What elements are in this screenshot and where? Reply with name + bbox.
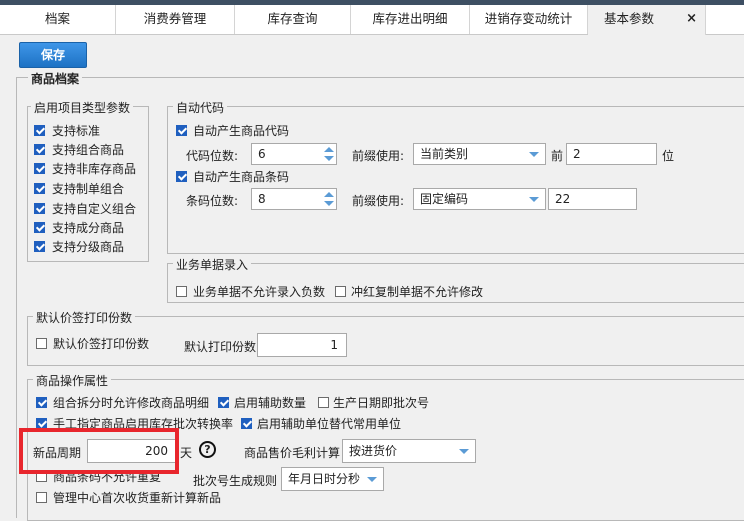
label-default-price-label: 默认价签打印份数: [53, 337, 150, 351]
label-auto-barcode: 自动产生商品条码: [193, 170, 290, 184]
label-prefix-2: 前缀使用:: [352, 194, 405, 208]
prefix-select-1[interactable]: 当前类别: [413, 143, 546, 165]
enable-types-title: 启用项目类型参数: [31, 99, 134, 116]
tab-coupon-management[interactable]: 消费券管理: [116, 5, 235, 34]
operation-title: 商品操作属性: [33, 372, 112, 389]
label-support-standard: 支持标准: [52, 124, 101, 138]
checkbox-support-standard[interactable]: [34, 125, 45, 136]
checkbox-production-batch[interactable]: [318, 397, 329, 408]
checkbox-support-component[interactable]: [34, 222, 45, 233]
label-support-component: 支持成分商品: [52, 221, 125, 235]
checkbox-support-order-combo[interactable]: [34, 183, 45, 194]
price-label-title: 默认价签打印份数: [33, 309, 136, 326]
checkbox-default-price-label[interactable]: [36, 338, 47, 349]
code-digits-stepper[interactable]: 6: [251, 143, 337, 165]
tab-inventory-query[interactable]: 库存查询: [235, 5, 351, 34]
tab-basic-params[interactable]: 基本参数 ×: [588, 5, 706, 35]
checkbox-enable-aux-unit[interactable]: [241, 418, 252, 429]
tab-archive[interactable]: 档案: [0, 5, 116, 34]
label-production-batch: 生产日期即批次号: [333, 396, 430, 410]
spinner-icon[interactable]: [324, 146, 334, 162]
label-support-combo: 支持组合商品: [52, 143, 125, 157]
business-entry-title: 业务单据录入: [173, 256, 252, 273]
label-digit-unit: 位: [662, 149, 675, 163]
label-code-digits: 代码位数:: [186, 149, 239, 163]
highlight-box: [19, 428, 179, 474]
tab-inventory-details[interactable]: 库存进出明细: [351, 5, 470, 34]
label-no-modify-red: 冲红复制单据不允许修改: [351, 285, 484, 299]
barcode-digits-stepper[interactable]: 8: [251, 188, 337, 210]
close-icon[interactable]: ×: [686, 5, 697, 33]
checkbox-support-non-stock[interactable]: [34, 163, 45, 174]
label-prefix-1: 前缀使用:: [352, 149, 405, 163]
label-barcode-digits: 条码位数:: [186, 194, 239, 208]
auto-code-title: 自动代码: [173, 99, 228, 116]
checkbox-no-negative[interactable]: [176, 286, 187, 297]
tab-bar: 档案 消费券管理 库存查询 库存进出明细 进销存变动统计 基本参数 ×: [0, 5, 744, 35]
checkbox-auto-product-code[interactable]: [176, 125, 187, 136]
label-auto-product-code: 自动产生商品代码: [193, 124, 290, 138]
chevron-down-icon[interactable]: [367, 477, 377, 482]
margin-calc-select[interactable]: 按进货价: [342, 439, 476, 463]
label-new-period-unit: 天: [180, 446, 193, 460]
checkbox-auto-barcode[interactable]: [176, 171, 187, 182]
label-split-allow-modify: 组合拆分时允许修改商品明细: [53, 396, 210, 410]
label-no-negative: 业务单据不允许录入负数: [193, 285, 326, 299]
label-batch-rule: 批次号生成规则: [193, 474, 278, 488]
label-recalc-new: 管理中心首次收货重新计算新品: [53, 491, 222, 505]
checkbox-support-custom-combo[interactable]: [34, 203, 45, 214]
label-support-order-combo: 支持制单组合: [52, 182, 125, 196]
prefix-select-2[interactable]: 固定编码: [413, 188, 546, 210]
checkbox-support-combo[interactable]: [34, 144, 45, 155]
spinner-icon[interactable]: [324, 191, 334, 207]
label-default-copies: 默认打印份数: [184, 340, 257, 354]
label-support-grading: 支持分级商品: [52, 240, 125, 254]
label-support-custom-combo: 支持自定义组合: [52, 202, 137, 216]
batch-rule-select[interactable]: 年月日时分秒: [281, 467, 384, 491]
label-enable-aux-unit: 启用辅助单位替代常用单位: [257, 417, 402, 431]
label-enable-aux-qty: 启用辅助数量: [234, 396, 307, 410]
chevron-down-icon[interactable]: [459, 449, 469, 454]
checkbox-recalc-new[interactable]: [36, 492, 47, 503]
checkbox-enable-aux-qty[interactable]: [218, 397, 229, 408]
checkbox-split-allow-modify[interactable]: [36, 397, 47, 408]
fixed-code-input[interactable]: 22: [548, 188, 637, 210]
checkbox-support-grading[interactable]: [34, 241, 45, 252]
help-icon[interactable]: ?: [199, 441, 216, 458]
chevron-down-icon[interactable]: [529, 152, 539, 157]
tab-inventory-statistics[interactable]: 进销存变动统计: [470, 5, 588, 34]
checkbox-no-modify-red[interactable]: [335, 286, 346, 297]
default-copies-input[interactable]: 1: [257, 333, 347, 357]
chevron-down-icon[interactable]: [529, 197, 539, 202]
save-button[interactable]: 保存: [19, 42, 87, 68]
label-margin-calc: 商品售价毛利计算: [244, 446, 341, 460]
front-digits-input[interactable]: 2: [566, 143, 657, 165]
product-archive-title: 商品档案: [28, 70, 83, 87]
label-support-non-stock: 支持非库存商品: [52, 162, 137, 176]
label-front: 前: [551, 149, 564, 163]
